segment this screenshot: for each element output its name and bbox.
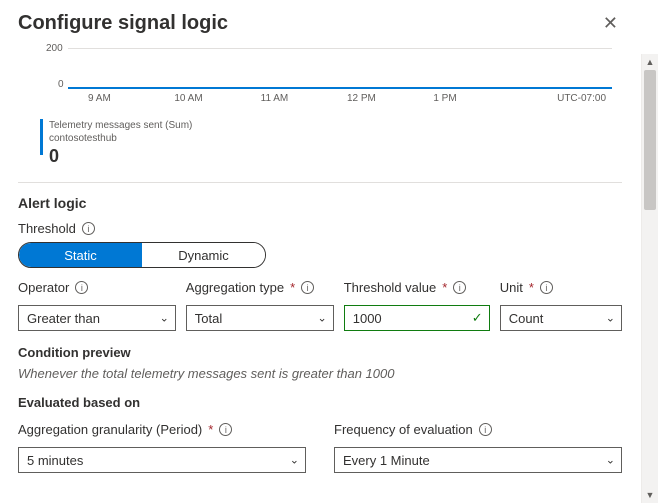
frequency-label: Frequency of evaluation	[334, 422, 473, 437]
operator-label: Operator	[18, 280, 69, 295]
x-tick: 10 AM	[174, 93, 260, 104]
info-icon[interactable]: i	[301, 281, 314, 294]
y-tick-0: 0	[58, 79, 64, 90]
frequency-value: Every 1 Minute	[343, 453, 430, 468]
required-marker: *	[529, 280, 534, 295]
scrollbar[interactable]: ▲ ▼	[641, 54, 658, 503]
scroll-down-icon[interactable]: ▼	[642, 487, 658, 503]
threshold-mode-toggle[interactable]: Static Dynamic	[18, 242, 266, 268]
info-icon[interactable]: i	[75, 281, 88, 294]
unit-select[interactable]: Count ⌄	[500, 305, 622, 331]
legend-series-source: contosotesthub	[49, 132, 192, 145]
chart-legend: Telemetry messages sent (Sum) contosotes…	[40, 119, 622, 168]
chevron-down-icon: ⌄	[290, 454, 299, 467]
x-tick: 11 AM	[261, 93, 347, 104]
x-tick: 9 AM	[88, 93, 174, 104]
unit-label: Unit	[500, 280, 523, 295]
check-icon: ✓	[472, 310, 483, 326]
scrollbar-thumb[interactable]	[644, 70, 656, 210]
info-icon[interactable]: i	[540, 281, 553, 294]
granularity-select[interactable]: 5 minutes ⌄	[18, 447, 306, 473]
threshold-label: Threshold	[18, 221, 76, 236]
y-tick-200: 200	[46, 43, 63, 54]
x-tick: 12 PM	[347, 93, 433, 104]
info-icon[interactable]: i	[479, 423, 492, 436]
legend-current-value: 0	[49, 145, 192, 168]
chevron-down-icon: ⌄	[606, 312, 615, 325]
metric-chart: 200 0 9 AM 10 AM 11 AM 12 PM 1 PM UTC-07…	[28, 43, 612, 111]
legend-series-name: Telemetry messages sent (Sum)	[49, 119, 192, 132]
threshold-value: 1000	[353, 311, 382, 326]
operator-select[interactable]: Greater than ⌄	[18, 305, 176, 331]
threshold-value-label: Threshold value	[344, 280, 437, 295]
unit-value: Count	[509, 311, 544, 326]
close-icon[interactable]: ✕	[599, 12, 622, 34]
alert-logic-heading: Alert logic	[18, 195, 622, 211]
chevron-down-icon: ⌄	[606, 454, 615, 467]
granularity-label: Aggregation granularity (Period)	[18, 422, 202, 437]
x-tick: 1 PM	[433, 93, 519, 104]
info-icon[interactable]: i	[82, 222, 95, 235]
aggregation-value: Total	[195, 311, 222, 326]
evaluated-based-on-heading: Evaluated based on	[18, 395, 622, 410]
info-icon[interactable]: i	[453, 281, 466, 294]
threshold-dynamic-tab[interactable]: Dynamic	[142, 243, 265, 267]
threshold-static-tab[interactable]: Static	[19, 243, 142, 267]
aggregation-label: Aggregation type	[186, 280, 284, 295]
info-icon[interactable]: i	[219, 423, 232, 436]
required-marker: *	[208, 422, 213, 437]
chevron-down-icon: ⌄	[160, 312, 169, 325]
threshold-value-input[interactable]: 1000 ✓	[344, 305, 490, 331]
required-marker: *	[290, 280, 295, 295]
aggregation-select[interactable]: Total ⌄	[186, 305, 334, 331]
timezone-label: UTC-07:00	[520, 93, 606, 104]
operator-value: Greater than	[27, 311, 100, 326]
page-title: Configure signal logic	[18, 12, 228, 35]
chevron-down-icon: ⌄	[318, 312, 327, 325]
scroll-up-icon[interactable]: ▲	[642, 54, 658, 70]
condition-preview-heading: Condition preview	[18, 345, 622, 360]
required-marker: *	[442, 280, 447, 295]
condition-preview-text: Whenever the total telemetry messages se…	[18, 366, 622, 381]
frequency-select[interactable]: Every 1 Minute ⌄	[334, 447, 622, 473]
granularity-value: 5 minutes	[27, 453, 83, 468]
